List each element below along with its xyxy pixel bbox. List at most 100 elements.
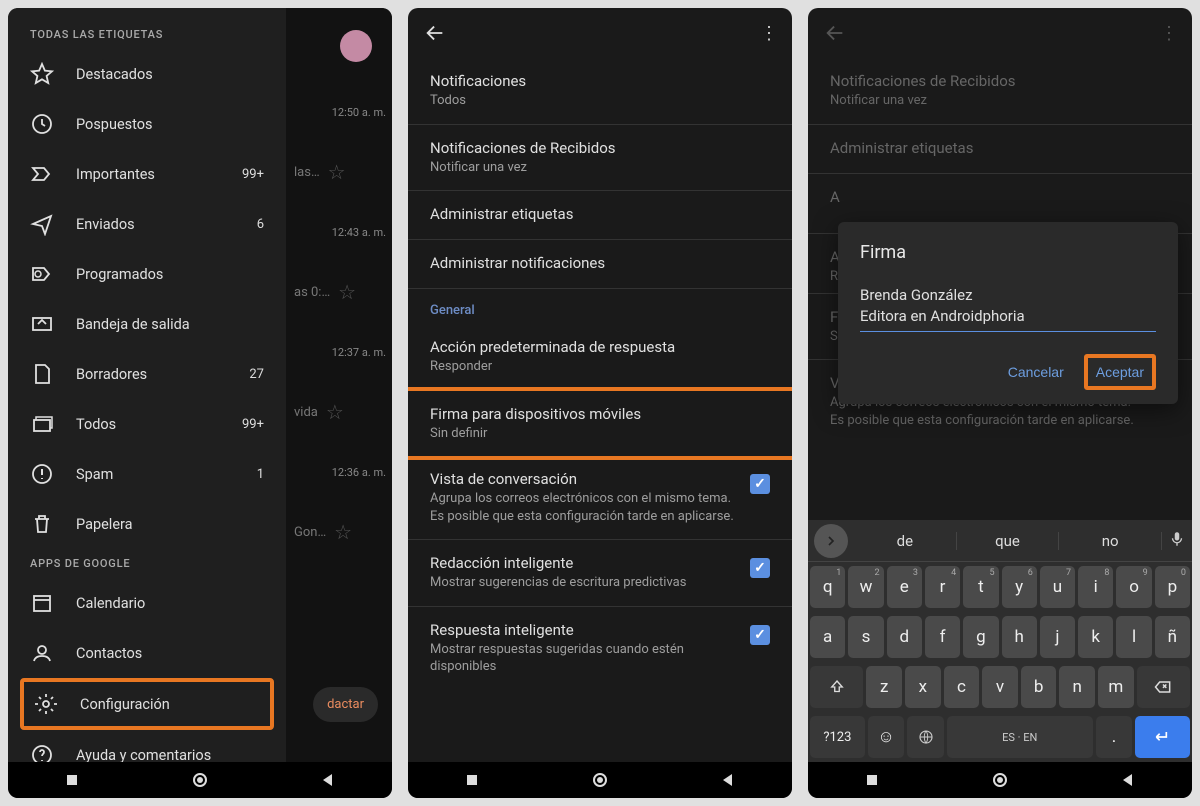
navigation-drawer[interactable]: TODAS LAS ETIQUETAS Destacados Pospuesto…	[8, 8, 286, 762]
key-w[interactable]: w2	[848, 566, 883, 608]
overflow-menu-icon[interactable]: ⋮	[760, 23, 776, 44]
star-icon[interactable]: ☆	[334, 520, 352, 544]
suggestion[interactable]: que	[957, 532, 1060, 550]
checkbox-checked[interactable]	[750, 558, 770, 578]
key-g[interactable]: g	[963, 616, 998, 658]
nav-home-icon[interactable]	[592, 772, 608, 788]
nav-back-icon[interactable]	[320, 772, 336, 788]
scheduled-icon	[30, 262, 54, 286]
avatar[interactable]	[340, 30, 372, 62]
setting-notificaciones[interactable]: Notificaciones Todos	[408, 58, 792, 125]
drawer-item-importantes[interactable]: Importantes 99+	[8, 149, 286, 199]
setting-redaccion-inteligente[interactable]: Redacción inteligente Mostrar sugerencia…	[408, 540, 792, 607]
key-e[interactable]: e3	[887, 566, 922, 608]
drawer-item-bandeja[interactable]: Bandeja de salida	[8, 299, 286, 349]
signature-input[interactable]: Brenda González Editora en Androidphoria	[860, 285, 1156, 332]
setting-sub: Notificar una vez	[430, 159, 770, 177]
setting-vista-conversacion[interactable]: Vista de conversación Agrupa los correos…	[408, 456, 792, 540]
star-icon[interactable]: ☆	[338, 280, 356, 304]
period-key[interactable]: .	[1096, 716, 1133, 758]
drawer-item-todos[interactable]: Todos 99+	[8, 399, 286, 449]
drawer-item-configuracion[interactable]: Configuración	[20, 678, 274, 730]
mic-icon[interactable]	[1162, 530, 1192, 552]
nav-recents-icon[interactable]	[464, 772, 480, 788]
setting-firma-moviles[interactable]: Firma para dispositivos móviles Sin defi…	[408, 387, 792, 461]
star-icon[interactable]: ☆	[326, 400, 344, 424]
nav-home-icon[interactable]	[192, 772, 208, 788]
key-b[interactable]: b	[1021, 666, 1057, 708]
emoji-key[interactable]: ☺	[868, 716, 905, 758]
back-arrow-icon[interactable]	[424, 22, 446, 44]
key-m[interactable]: m	[1098, 666, 1134, 708]
drawer-badge: 27	[249, 367, 264, 382]
setting-sub: Mostrar respuestas sugeridas cuando esté…	[430, 641, 738, 676]
checkbox-checked[interactable]	[750, 474, 770, 494]
setting-accion-respuesta[interactable]: Acción predeterminada de respuesta Respo…	[408, 324, 792, 391]
key-z[interactable]: z	[866, 666, 902, 708]
nav-recents-icon[interactable]	[64, 772, 80, 788]
drawer-item-papelera[interactable]: Papelera	[8, 499, 286, 549]
setting-title: Respuesta inteligente	[430, 621, 738, 639]
key-row-1: q1w2e3r4t5y6u7i8o9p0	[808, 562, 1192, 612]
all-mail-icon	[30, 412, 54, 436]
key-h[interactable]: h	[1002, 616, 1037, 658]
accept-button[interactable]: Aceptar	[1084, 354, 1156, 390]
key-k[interactable]: k	[1078, 616, 1113, 658]
key-o[interactable]: o9	[1116, 566, 1151, 608]
key-ñ[interactable]: ñ	[1155, 616, 1190, 658]
setting-title: Administrar etiquetas	[430, 205, 770, 223]
key-q[interactable]: q1	[810, 566, 845, 608]
key-x[interactable]: x	[905, 666, 941, 708]
nav-recents-icon[interactable]	[864, 772, 880, 788]
key-a[interactable]: a	[810, 616, 845, 658]
key-r[interactable]: r4	[925, 566, 960, 608]
key-p[interactable]: p0	[1155, 566, 1190, 608]
key-row-3: zxcvbnm	[808, 662, 1192, 712]
chevron-right-icon[interactable]	[814, 524, 848, 558]
key-u[interactable]: u7	[1040, 566, 1075, 608]
key-v[interactable]: v	[982, 666, 1018, 708]
setting-admin-notif[interactable]: Administrar notificaciones	[408, 240, 792, 289]
drawer-label: Pospuestos	[76, 116, 264, 133]
mail-fragment: las…	[290, 165, 320, 180]
key-d[interactable]: d	[887, 616, 922, 658]
key-f[interactable]: f	[925, 616, 960, 658]
key-y[interactable]: y6	[1002, 566, 1037, 608]
setting-respuesta-inteligente[interactable]: Respuesta inteligente Mostrar respuestas…	[408, 607, 792, 690]
backspace-key[interactable]	[1137, 666, 1190, 708]
symbols-key[interactable]: ?123	[810, 716, 865, 758]
shift-key[interactable]	[810, 666, 863, 708]
nav-back-icon[interactable]	[720, 772, 736, 788]
drawer-item-destacados[interactable]: Destacados	[8, 49, 286, 99]
nav-back-icon[interactable]	[1120, 772, 1136, 788]
drawer-item-ayuda[interactable]: Ayuda y comentarios	[8, 730, 286, 762]
key-s[interactable]: s	[848, 616, 883, 658]
suggestion[interactable]: no	[1059, 532, 1162, 550]
key-l[interactable]: l	[1116, 616, 1151, 658]
drawer-item-contactos[interactable]: Contactos	[8, 628, 286, 678]
setting-notif-recibidos[interactable]: Notificaciones de Recibidos Notificar un…	[408, 125, 792, 192]
suggestion[interactable]: de	[854, 532, 957, 550]
enter-key[interactable]	[1135, 716, 1190, 758]
compose-button[interactable]: dactar	[313, 687, 378, 722]
drawer-item-calendario[interactable]: Calendario	[8, 578, 286, 628]
star-icon[interactable]: ☆	[328, 160, 346, 184]
key-j[interactable]: j	[1040, 616, 1075, 658]
drawer-item-pospuestos[interactable]: Pospuestos	[8, 99, 286, 149]
key-n[interactable]: n	[1059, 666, 1095, 708]
language-key[interactable]	[907, 716, 944, 758]
key-c[interactable]: c	[944, 666, 980, 708]
on-screen-keyboard[interactable]: de que no q1w2e3r4t5y6u7i8o9p0 asdfghjkl…	[808, 520, 1192, 762]
checkbox-checked[interactable]	[750, 625, 770, 645]
key-i[interactable]: i8	[1078, 566, 1113, 608]
drawer-item-spam[interactable]: Spam 1	[8, 449, 286, 499]
key-t[interactable]: t5	[963, 566, 998, 608]
setting-admin-etiquetas[interactable]: Administrar etiquetas	[408, 191, 792, 240]
nav-home-icon[interactable]	[992, 772, 1008, 788]
drawer-item-programados[interactable]: Programados	[8, 249, 286, 299]
setting-sub: Notificar una vez	[830, 92, 1170, 110]
spacebar-key[interactable]: ES · EN	[947, 716, 1093, 758]
drawer-item-enviados[interactable]: Enviados 6	[8, 199, 286, 249]
cancel-button[interactable]: Cancelar	[998, 354, 1074, 390]
drawer-item-borradores[interactable]: Borradores 27	[8, 349, 286, 399]
